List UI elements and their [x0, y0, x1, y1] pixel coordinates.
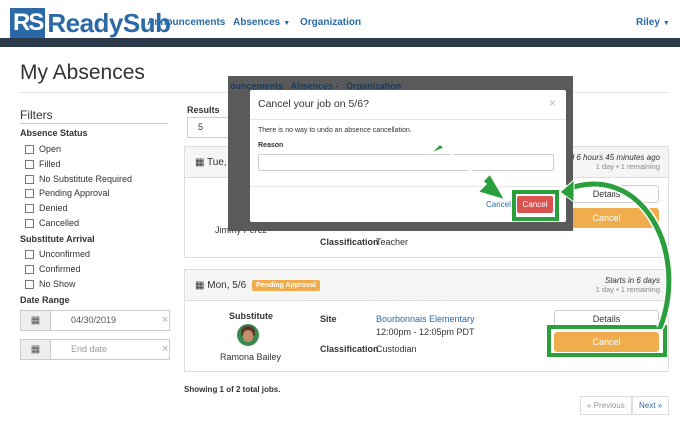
nav-absences-label: Absences [233, 17, 281, 28]
filter-no-show-label: No Show [39, 279, 76, 289]
classification-label: Classification [320, 237, 379, 247]
chevron-down-icon: ▼ [662, 20, 670, 27]
absence-status-heading: Absence Status [20, 128, 88, 138]
navbar-divider [0, 38, 680, 47]
filters-divider [20, 123, 168, 124]
modal-warning-text: There is no way to undo an absence cance… [258, 127, 412, 134]
filter-confirmed-label: Confirmed [39, 264, 81, 274]
end-date-placeholder: End date [71, 344, 108, 354]
checkbox[interactable] [25, 279, 34, 289]
modal-footer-divider [250, 186, 566, 187]
pager-previous[interactable]: « Previous [580, 396, 632, 415]
results-count: Showing 1 of 2 total jobs. [184, 385, 281, 394]
checkbox[interactable] [25, 174, 34, 184]
modal-divider [250, 119, 566, 120]
job-time-main: Starts in 6 days [604, 276, 660, 285]
calendar-icon: ▦ [21, 311, 51, 330]
substitute-avatar [237, 324, 259, 346]
page-title: My Absences [20, 61, 145, 84]
filter-pending-approval-label: Pending Approval [39, 188, 110, 198]
filter-confirmed[interactable]: Confirmed [25, 264, 81, 274]
site-link[interactable]: Bourbonnais Elementary [376, 314, 475, 324]
reason-input[interactable] [258, 154, 554, 171]
filter-no-substitute[interactable]: No Substitute Required [25, 174, 132, 184]
filter-open-label: Open [39, 144, 62, 154]
nav-announcements[interactable]: Announcements [147, 17, 225, 28]
user-menu[interactable]: Riley ▼ [636, 17, 670, 28]
job-time: Starts in 6 days 1 day • 1 remaining [596, 276, 660, 294]
filter-unconfirmed[interactable]: Unconfirmed [25, 249, 90, 259]
avatar-face [243, 330, 253, 342]
start-date-value: 04/30/2019 [71, 315, 117, 325]
site-label: Site [320, 314, 337, 324]
highlight-confirm-button [512, 190, 559, 221]
status-badge: Pending Approval [252, 280, 320, 291]
substitute-label: Substitute [229, 311, 273, 321]
start-date-input[interactable]: ▦ 04/30/2019 [20, 310, 170, 331]
modal-title: Cancel your job on 5/6? [258, 98, 369, 110]
classification-value: Teacher [376, 237, 409, 247]
checkbox[interactable] [25, 264, 34, 274]
job-time: ed 6 hours 45 minutes ago 1 day • 1 rema… [565, 153, 660, 171]
filter-filled[interactable]: Filled [25, 159, 61, 169]
filter-cancelled-label: Cancelled [39, 218, 80, 228]
checkbox[interactable] [25, 218, 34, 228]
chevron-down-icon: ▼ [283, 20, 291, 27]
job-date-text: Mon, 5/6 [207, 280, 247, 291]
checkbox[interactable] [25, 144, 34, 154]
filter-no-substitute-label: No Substitute Required [39, 174, 133, 184]
calendar-icon: ▦ [195, 280, 208, 291]
results-label: Results [187, 105, 220, 115]
filter-denied-label: Denied [39, 203, 68, 213]
clear-start-date-icon[interactable]: × [162, 314, 168, 326]
filter-unconfirmed-label: Unconfirmed [39, 249, 91, 259]
nav-absences[interactable]: Absences ▼ [233, 17, 290, 28]
filter-cancelled[interactable]: Cancelled [25, 218, 79, 228]
highlight-cancel-button [547, 325, 667, 357]
filter-open[interactable]: Open [25, 144, 61, 154]
classification-value: Custodian [376, 344, 417, 354]
job-date: ▦ Mon, 5/6 Pending Approval [195, 280, 320, 291]
substitute-name: Ramona Bailey [220, 352, 282, 362]
substitute-arrival-heading: Substitute Arrival [20, 234, 95, 244]
pager-next[interactable]: Next » [632, 396, 670, 415]
filter-filled-label: Filled [39, 159, 61, 169]
checkbox[interactable] [25, 159, 34, 169]
job-hours: 12:00pm - 12:05pm PDT [376, 327, 475, 337]
job-card-header: ▦ Mon, 5/6 Pending Approval Starts in 6 d… [185, 270, 668, 301]
modal-dismiss-link[interactable]: Cancel [486, 200, 511, 209]
checkbox[interactable] [25, 188, 34, 198]
checkbox[interactable] [25, 203, 34, 213]
calendar-icon: ▦ [195, 157, 208, 168]
filters-heading: Filters [20, 108, 53, 122]
end-date-input[interactable]: ▦ End date [20, 339, 170, 360]
reason-label: Reason [258, 142, 284, 149]
clear-end-date-icon[interactable]: × [162, 343, 168, 355]
filter-denied[interactable]: Denied [25, 203, 68, 213]
job-time-sub: 1 day • 1 remaining [595, 162, 660, 171]
logo-mark: RS [10, 8, 46, 38]
filter-pending-approval[interactable]: Pending Approval [25, 188, 110, 198]
close-icon[interactable]: × [549, 96, 556, 110]
classification-label: Classification [320, 344, 379, 354]
calendar-icon: ▦ [21, 340, 51, 359]
user-name: Riley [636, 17, 660, 28]
job-time-main: ed 6 hours 45 minutes ago [565, 153, 660, 162]
date-range-heading: Date Range [20, 295, 70, 305]
job-time-sub: 1 day • 1 remaining [595, 285, 660, 294]
filter-no-show[interactable]: No Show [25, 279, 76, 289]
checkbox[interactable] [25, 249, 34, 259]
nav-organization[interactable]: Organization [300, 17, 361, 28]
